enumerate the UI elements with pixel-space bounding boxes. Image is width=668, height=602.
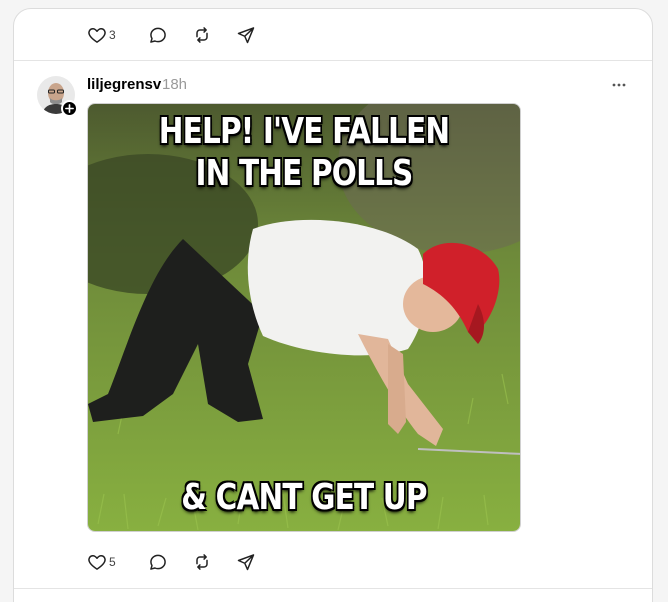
post-time: 18h	[162, 76, 188, 93]
repost-button[interactable]	[192, 25, 212, 45]
prev-post-actions: 3	[87, 24, 276, 46]
reply-button[interactable]	[148, 552, 168, 572]
like-button[interactable]: 3	[87, 25, 116, 45]
post-divider	[14, 60, 652, 61]
post-actions: 5	[87, 551, 276, 573]
share-button[interactable]	[236, 552, 256, 572]
comment-icon	[149, 27, 166, 43]
repost-button[interactable]	[192, 552, 212, 572]
username[interactable]: liljegrensv	[87, 76, 161, 93]
post-image[interactable]: HELP! I'VE FALLEN IN THE POLLS & CANT GE…	[87, 103, 521, 532]
share-button[interactable]	[236, 25, 256, 45]
more-icon	[612, 83, 626, 87]
meme-caption-bottom: & CANT GET UP	[181, 477, 427, 518]
reply-button[interactable]	[148, 25, 168, 45]
meme-caption-top-line2: IN THE POLLS	[195, 153, 413, 194]
feed-card: 3 liljegrensv 18h HELP! I'VE FALLEN IN T…	[13, 8, 653, 602]
comment-icon	[149, 554, 166, 570]
like-count: 5	[109, 555, 116, 569]
like-count: 3	[109, 28, 116, 42]
more-button[interactable]	[607, 75, 631, 95]
heart-icon	[88, 28, 106, 43]
send-icon	[237, 27, 254, 44]
follow-button[interactable]	[61, 100, 78, 117]
avatar[interactable]	[37, 76, 78, 117]
post-divider	[14, 588, 652, 589]
plus-icon	[65, 104, 74, 113]
repost-icon	[195, 554, 208, 570]
like-button[interactable]: 5	[87, 552, 116, 572]
heart-icon	[88, 555, 106, 570]
repost-icon	[195, 27, 208, 43]
send-icon	[237, 554, 254, 571]
meme-caption-top-line1: HELP! I'VE FALLEN	[158, 111, 450, 152]
